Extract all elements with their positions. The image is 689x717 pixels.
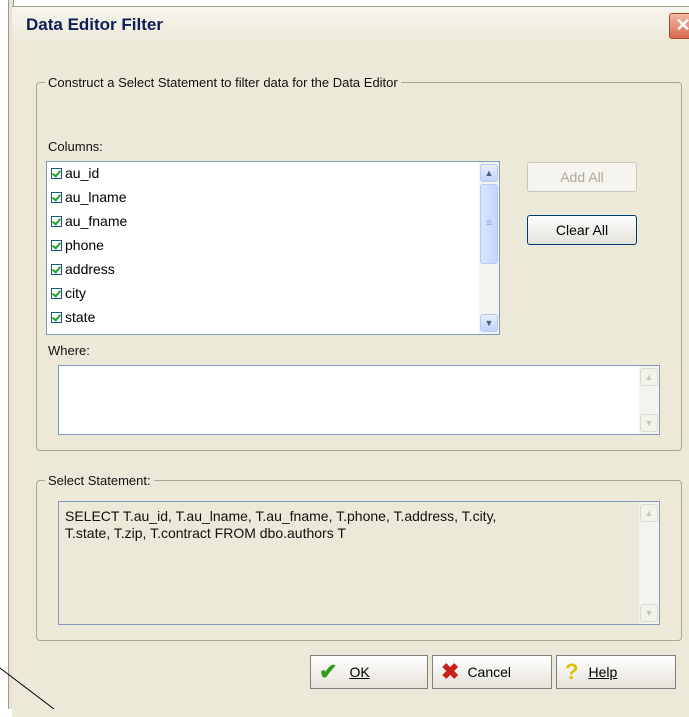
- annotation-line: [0, 667, 55, 709]
